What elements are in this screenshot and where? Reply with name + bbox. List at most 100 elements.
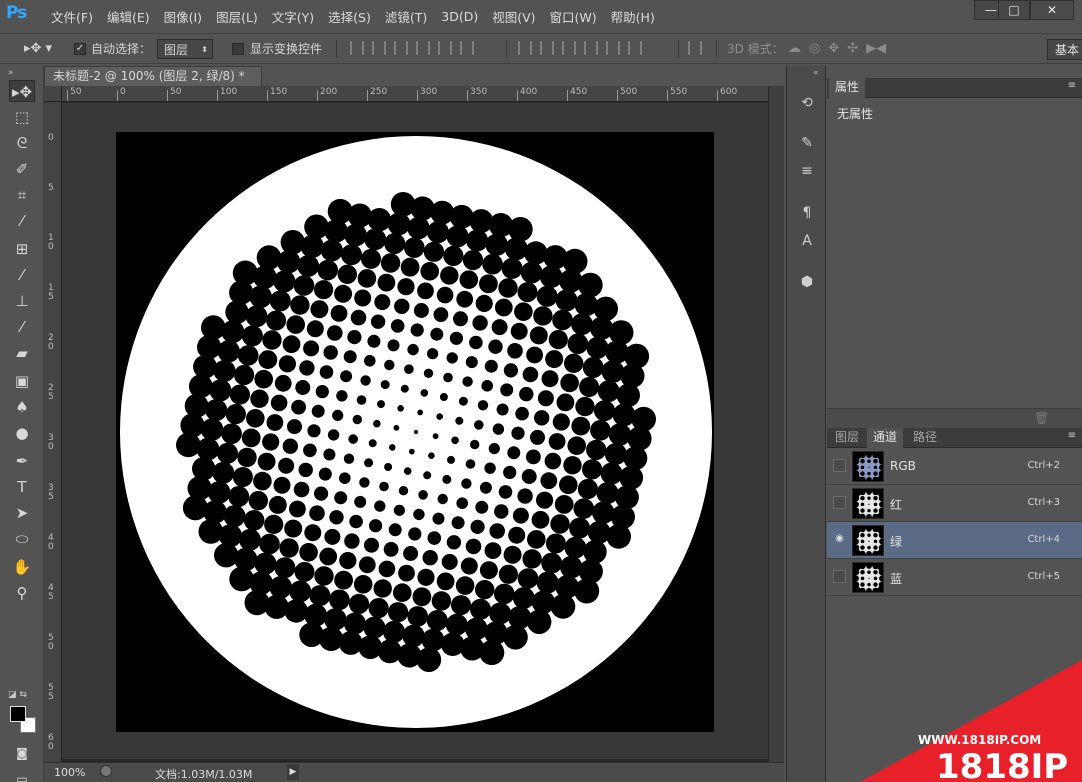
- 3d-roll-icon[interactable]: ◎: [809, 41, 820, 56]
- screen-mode-icon[interactable]: ▭: [9, 768, 35, 782]
- halftone-dot: [393, 504, 405, 516]
- halftone-dot: [534, 410, 550, 426]
- 3d-pan-icon[interactable]: ✥: [828, 41, 839, 56]
- menu-item[interactable]: 选择(S): [321, 7, 378, 26]
- halftone-dot: [449, 204, 474, 229]
- menu-item[interactable]: 视图(V): [485, 7, 542, 26]
- collapse-icon[interactable]: »: [8, 68, 14, 78]
- close-button[interactable]: ✕: [1030, 0, 1074, 20]
- crop-icon[interactable]: ⌗: [9, 184, 35, 206]
- eyedropper-icon[interactable]: ⁄: [9, 210, 35, 232]
- halftone-dot: [541, 370, 559, 388]
- channel-row-3[interactable]: 蓝 Ctrl+5: [827, 559, 1082, 596]
- move-icon[interactable]: ▸✥: [9, 80, 35, 102]
- status-info-icon[interactable]: [100, 765, 112, 777]
- trash-icon[interactable]: 🗑: [1034, 411, 1049, 425]
- pen-icon[interactable]: ✒: [9, 450, 35, 472]
- halftone-dot: [266, 414, 284, 431]
- status-menu-arrow-icon[interactable]: ▶: [287, 764, 299, 780]
- channel-row-0[interactable]: RGB Ctrl+2: [827, 448, 1082, 485]
- zoom-level[interactable]: 100%: [54, 766, 85, 779]
- brush-presets-icon[interactable]: ✎: [796, 132, 818, 154]
- menu-item[interactable]: 编辑(E): [100, 7, 157, 26]
- heal-icon[interactable]: ⊞: [9, 238, 35, 260]
- visibility-toggle[interactable]: [833, 570, 846, 583]
- dodge-icon[interactable]: ●: [9, 422, 35, 444]
- eraser-icon[interactable]: ▰: [9, 342, 35, 364]
- auto-select-dropdown[interactable]: 图层 ⬍: [157, 39, 213, 59]
- blur-icon[interactable]: ♠: [9, 396, 35, 418]
- halftone-dot: [278, 457, 295, 474]
- quick-select-icon[interactable]: ✐: [9, 158, 35, 180]
- type-icon[interactable]: T: [9, 476, 35, 498]
- maximize-button[interactable]: □: [998, 0, 1030, 20]
- channel-row-1[interactable]: 红 Ctrl+3: [827, 485, 1082, 522]
- 3d-panel-icon[interactable]: ⬢: [796, 271, 818, 293]
- halftone-dot: [503, 465, 517, 479]
- brush-panel-icon[interactable]: ≡: [796, 160, 818, 182]
- eye-icon[interactable]: ◉: [833, 533, 846, 546]
- workspace-switcher[interactable]: 基本: [1047, 39, 1082, 60]
- gradient-icon[interactable]: ▣: [9, 370, 35, 392]
- tab-channels[interactable]: 通道: [867, 428, 904, 448]
- distribute-icons[interactable]: [518, 41, 642, 55]
- visibility-toggle[interactable]: [833, 459, 846, 472]
- paragraph-panel-icon[interactable]: ¶: [796, 202, 818, 224]
- menu-item[interactable]: 文字(Y): [265, 7, 321, 26]
- halftone-dot: [387, 339, 400, 352]
- 3d-slide-icon[interactable]: ✣: [847, 41, 858, 56]
- auto-align-icon[interactable]: [688, 41, 702, 55]
- panel-menu-icon[interactable]: ≡: [1068, 80, 1076, 91]
- marquee-icon[interactable]: ⬚: [9, 106, 35, 128]
- 3d-rotate-icon[interactable]: ☁: [788, 41, 801, 56]
- dock-collapse-icon[interactable]: «: [813, 68, 819, 78]
- channels-menu-icon[interactable]: ≡: [1068, 430, 1076, 441]
- align-icons[interactable]: [350, 41, 474, 55]
- halftone-dot: [383, 542, 399, 557]
- hand-icon[interactable]: ✋: [9, 556, 35, 578]
- vertical-scrollbar[interactable]: [768, 86, 784, 762]
- menu-item[interactable]: 滤镜(T): [378, 7, 434, 26]
- history-brush-icon[interactable]: ⁄: [9, 316, 35, 338]
- halftone-dot: [368, 598, 389, 619]
- visibility-toggle[interactable]: [833, 496, 846, 509]
- history-panel-icon[interactable]: ⟲: [796, 92, 818, 114]
- menu-item[interactable]: 3D(D): [434, 9, 485, 24]
- default-colors-icon[interactable]: ◪ ⇆: [8, 690, 27, 700]
- ruler-horizontal[interactable]: 50 0 50 100 150 200 250 300 350 400 450 500 550 600: [62, 86, 768, 102]
- tab-paths[interactable]: 路径: [907, 428, 943, 448]
- 3d-mode-icons[interactable]: ☁ ◎ ✥ ✣ ▶◀: [788, 34, 886, 63]
- menu-item[interactable]: 窗口(W): [543, 7, 604, 26]
- halftone-dot: [257, 452, 276, 471]
- ruler-tick-label: 6 0: [48, 733, 54, 752]
- stamp-icon[interactable]: ⊥: [9, 290, 35, 312]
- halftone-dot: [606, 524, 631, 549]
- move-tool-preset-icon[interactable]: ▸✥ ▾: [24, 34, 52, 63]
- show-transform-checkbox[interactable]: [232, 42, 244, 55]
- quick-mask-icon[interactable]: ◙: [9, 742, 35, 764]
- foreground-color-swatch[interactable]: [10, 706, 26, 722]
- ruler-vertical[interactable]: 0 5 1 0 1 5 2 0 2 5 3 0 3 5 4 0 4 5 5 0 5 5 6 0: [44, 102, 62, 762]
- halftone-dot: [460, 557, 478, 575]
- lasso-icon[interactable]: ᘓ: [9, 132, 35, 154]
- menu-item[interactable]: 图像(I): [157, 7, 209, 26]
- character-panel-icon[interactable]: A: [796, 230, 818, 252]
- ruler-tick-label: 500: [620, 87, 638, 97]
- halftone-dot: [456, 290, 474, 308]
- document-tab[interactable]: 未标题-2 @ 100% (图层 2, 绿/8) * ×: [44, 66, 262, 102]
- menu-item[interactable]: 帮助(H): [604, 7, 662, 26]
- menu-item[interactable]: 图层(L): [209, 7, 265, 26]
- zoom-icon[interactable]: ⚲: [9, 582, 35, 604]
- shape-icon[interactable]: ⬭: [9, 528, 35, 550]
- halftone-dot: [344, 223, 367, 247]
- tab-properties[interactable]: 属性: [829, 78, 866, 98]
- path-select-icon[interactable]: ➤: [9, 502, 35, 524]
- brush-icon[interactable]: ⁄: [9, 264, 35, 286]
- halftone-dot: [237, 345, 259, 366]
- halftone-canvas[interactable]: [116, 132, 714, 732]
- auto-select-checkbox[interactable]: ✓: [74, 42, 86, 55]
- menu-item[interactable]: 文件(F): [44, 7, 100, 26]
- tab-layers[interactable]: 图层: [829, 428, 865, 448]
- channel-row-2[interactable]: ◉ 绿 Ctrl+4: [827, 522, 1082, 559]
- 3d-scale-icon[interactable]: ▶◀: [866, 41, 886, 56]
